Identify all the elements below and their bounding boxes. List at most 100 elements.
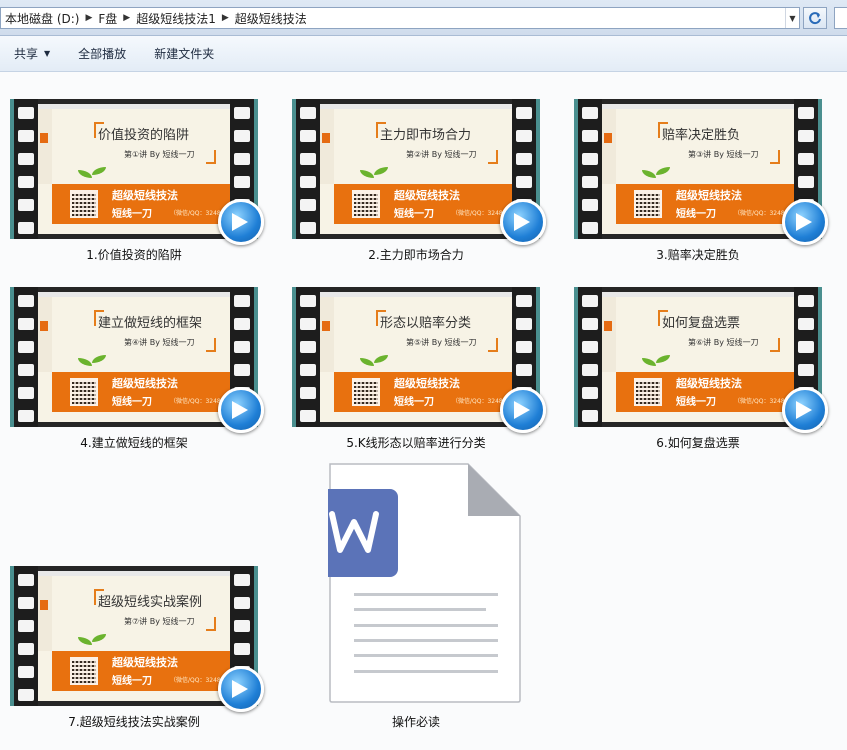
- film-hole: [300, 295, 316, 307]
- document-file-item[interactable]: [310, 462, 522, 704]
- banner-brand: 超级短线技法: [112, 656, 178, 669]
- film-hole: [234, 318, 250, 330]
- film-hole: [582, 130, 598, 142]
- film-hole: [300, 153, 316, 165]
- video-thumbnail[interactable]: 形态以赔率分类 第⑤讲 By 短线一刀 超级短线技法 短线一刀 （微信/QQ：32489…: [292, 287, 546, 433]
- slide-side-panel: [602, 297, 616, 372]
- banner-brand: 超级短线技法: [676, 189, 742, 202]
- text-line: [354, 654, 498, 657]
- film-hole: [18, 176, 34, 188]
- film-hole: [798, 107, 814, 119]
- slide-window-bar: [38, 104, 230, 109]
- banner-author: 短线一刀: [112, 209, 152, 220]
- video-thumbnail[interactable]: 建立做短线的框架 第④讲 By 短线一刀 超级短线技法 短线一刀 （微信/QQ：3248…: [10, 287, 264, 433]
- film-hole: [18, 295, 34, 307]
- film-hole: [18, 689, 34, 701]
- play-arrow-icon: [232, 680, 248, 698]
- video-file-item[interactable]: 形态以赔率分类 第⑤讲 By 短线一刀 超级短线技法 短线一刀 （微信/QQ：32489…: [286, 287, 546, 450]
- video-file-item[interactable]: 超级短线实战案例 第⑦讲 By 短线一刀 超级短线技法 短线一刀 （微信/QQ：3248…: [4, 566, 264, 729]
- video-file-item[interactable]: 赔率决定胜负 第③讲 By 短线一刀 超级短线技法 短线一刀 （微信/QQ：324898…: [568, 99, 828, 262]
- film-hole: [234, 597, 250, 609]
- film-hole: [18, 318, 34, 330]
- breadcrumb-separator-icon[interactable]: ▶: [220, 13, 231, 23]
- video-thumbnail[interactable]: 赔率决定胜负 第③讲 By 短线一刀 超级短线技法 短线一刀 （微信/QQ：324898: [574, 99, 828, 245]
- breadcrumb-separator-icon[interactable]: ▶: [83, 13, 94, 23]
- film-hole: [516, 364, 532, 376]
- address-box[interactable]: 本地磁盘 (D:) ▶ F盘 ▶ 超级短线技法1 ▶ 超级短线技法 ▼: [0, 7, 800, 29]
- film-hole: [300, 199, 316, 211]
- play-icon: [218, 199, 264, 245]
- slide-window-bar: [320, 104, 512, 109]
- file-name-label: 5.K线形态以赔率进行分类: [346, 436, 486, 450]
- play-all-button[interactable]: 全部播放: [64, 41, 140, 67]
- film-hole: [798, 130, 814, 142]
- slide-lecture-line: 第④讲 By 短线一刀: [124, 338, 195, 347]
- banner-author: 短线一刀: [676, 209, 716, 220]
- slide-banner: 超级短线技法 短线一刀 （微信/QQ：324898: [52, 372, 230, 412]
- film-hole: [300, 387, 316, 399]
- film-hole: [300, 410, 316, 422]
- video-file-item[interactable]: 如何复盘选票 第⑥讲 By 短线一刀 超级短线技法 短线一刀 （微信/QQ：324898…: [568, 287, 828, 450]
- slide-side-panel: [38, 297, 52, 372]
- video-thumbnail[interactable]: 价值投资的陷阱 第①讲 By 短线一刀 超级短线技法 短线一刀 （微信/QQ：32489…: [10, 99, 264, 245]
- film-hole: [516, 341, 532, 353]
- film-sprocket-strip: [10, 566, 38, 706]
- file-name-label: 1.价值投资的陷阱: [86, 248, 182, 262]
- film-hole: [516, 176, 532, 188]
- video-thumbnail[interactable]: 主力即市场合力 第②讲 By 短线一刀 超级短线技法 短线一刀 （微信/QQ：32489…: [292, 99, 546, 245]
- banner-brand: 超级短线技法: [394, 377, 460, 390]
- film-hole: [18, 222, 34, 234]
- play-arrow-icon: [514, 401, 530, 419]
- leaf-icon: [92, 634, 106, 642]
- slide-preview: 主力即市场合力 第②讲 By 短线一刀 超级短线技法 短线一刀 （微信/QQ：32489…: [320, 104, 512, 234]
- breadcrumb-drive[interactable]: 本地磁盘 (D:): [1, 10, 83, 27]
- share-button[interactable]: 共享 ▼: [0, 41, 64, 67]
- film-hole: [18, 666, 34, 678]
- file-name-label: 6.如何复盘选票: [656, 436, 740, 450]
- film-sprocket-strip: [574, 99, 602, 239]
- title-bracket: [206, 617, 216, 631]
- address-dropdown-icon[interactable]: ▼: [785, 8, 799, 28]
- slide-banner: 超级短线技法 短线一刀 （微信/QQ：324898: [52, 184, 230, 224]
- slide-title: 价值投资的陷阱: [98, 128, 190, 143]
- play-arrow-icon: [796, 401, 812, 419]
- page-fold: [468, 464, 520, 516]
- text-line: [354, 608, 486, 611]
- text-line: [354, 624, 498, 627]
- film-hole: [582, 199, 598, 211]
- breadcrumb-separator-icon[interactable]: ▶: [121, 13, 132, 23]
- chevron-down-icon: ▼: [44, 49, 51, 58]
- file-name-label: 4.建立做短线的框架: [80, 436, 188, 450]
- refresh-button[interactable]: [803, 7, 827, 29]
- video-thumbnail[interactable]: 超级短线实战案例 第⑦讲 By 短线一刀 超级短线技法 短线一刀 （微信/QQ：3248…: [10, 566, 264, 712]
- film-hole: [18, 620, 34, 632]
- breadcrumb-current[interactable]: 超级短线技法: [231, 10, 311, 27]
- video-thumbnail[interactable]: 如何复盘选票 第⑥讲 By 短线一刀 超级短线技法 短线一刀 （微信/QQ：324898: [574, 287, 828, 433]
- play-arrow-icon: [232, 401, 248, 419]
- video-file-item[interactable]: 建立做短线的框架 第④讲 By 短线一刀 超级短线技法 短线一刀 （微信/QQ：3248…: [4, 287, 264, 450]
- film-hole: [234, 643, 250, 655]
- film-hole: [234, 153, 250, 165]
- slide-side-panel: [320, 109, 334, 184]
- search-input[interactable]: [834, 7, 847, 29]
- new-folder-button[interactable]: 新建文件夹: [140, 41, 228, 67]
- slide-lecture-line: 第⑦讲 By 短线一刀: [124, 617, 195, 626]
- breadcrumb-folder-1[interactable]: 超级短线技法1: [132, 10, 220, 27]
- film-hole: [582, 341, 598, 353]
- title-bracket: [206, 338, 216, 352]
- film-hole: [798, 295, 814, 307]
- film-sprocket-strip: [574, 287, 602, 427]
- play-icon: [782, 387, 828, 433]
- share-label: 共享: [14, 47, 39, 61]
- film-hole: [582, 364, 598, 376]
- video-file-item[interactable]: 主力即市场合力 第②讲 By 短线一刀 超级短线技法 短线一刀 （微信/QQ：32489…: [286, 99, 546, 262]
- slide-lecture-line: 第②讲 By 短线一刀: [406, 150, 477, 159]
- leaf-icon: [374, 167, 388, 175]
- film-hole: [234, 620, 250, 632]
- video-file-item[interactable]: 价值投资的陷阱 第①讲 By 短线一刀 超级短线技法 短线一刀 （微信/QQ：32489…: [4, 99, 264, 262]
- breadcrumb-f[interactable]: F盘: [94, 10, 121, 27]
- slide-banner: 超级短线技法 短线一刀 （微信/QQ：324898: [52, 651, 230, 691]
- file-view[interactable]: 价值投资的陷阱 第①讲 By 短线一刀 超级短线技法 短线一刀 （微信/QQ：32489…: [0, 73, 847, 750]
- slide-marker: [40, 321, 48, 331]
- title-bracket: [488, 338, 498, 352]
